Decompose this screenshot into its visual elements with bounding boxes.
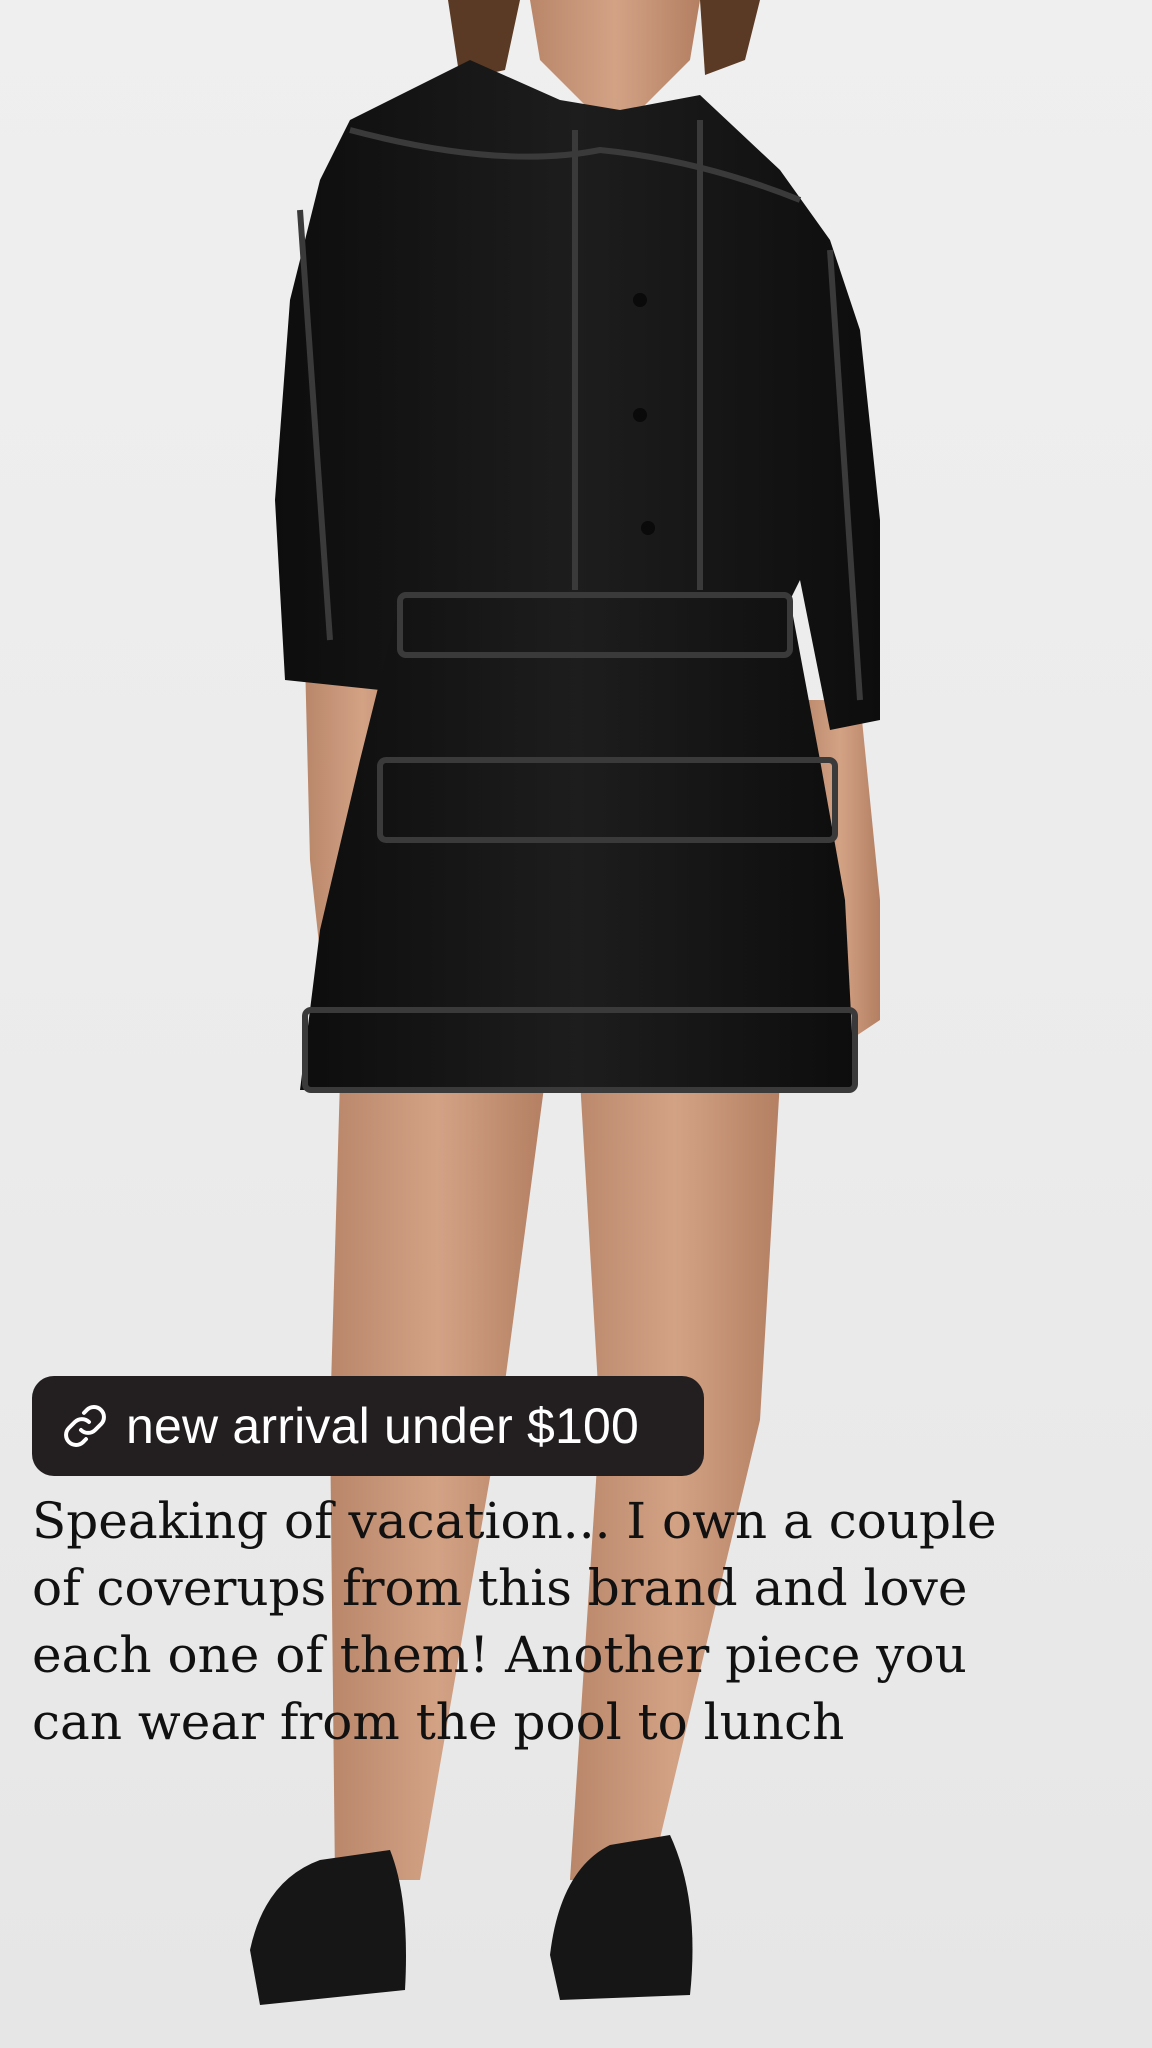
product-link-chip[interactable]: new arrival under $100	[32, 1376, 704, 1476]
post-caption: Speaking of vacation... I own a couple o…	[32, 1492, 997, 1751]
link-chip-label: new arrival under $100	[126, 1398, 640, 1454]
dress-skirt	[300, 600, 855, 1090]
left-sandal	[250, 1850, 406, 2005]
link-icon	[60, 1401, 110, 1451]
right-leg	[570, 1080, 780, 1880]
left-leg	[330, 1080, 545, 1880]
neck	[530, 0, 700, 110]
